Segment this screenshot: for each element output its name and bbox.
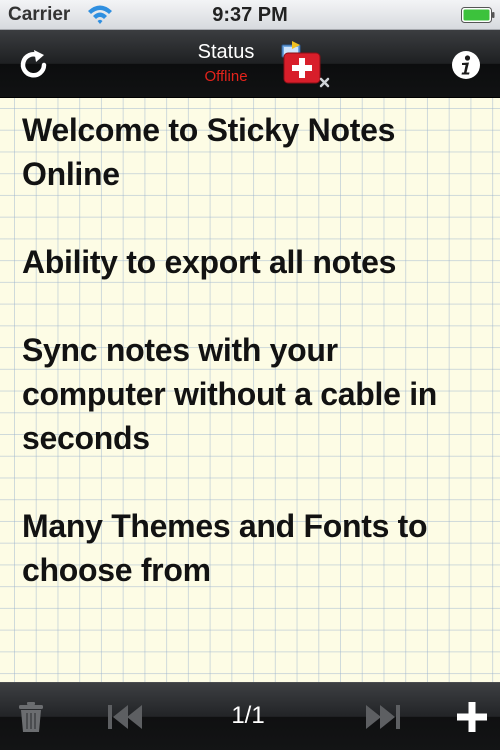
refresh-button[interactable]	[16, 46, 52, 82]
clock: 9:37 PM	[212, 4, 288, 26]
battery-icon	[461, 7, 495, 23]
status-bar: Carrier 9:37 PM	[0, 0, 500, 30]
note-paragraph: Sync notes with your computer without a …	[22, 332, 438, 456]
page-indicator: 1/1	[231, 702, 265, 729]
add-icon[interactable]	[456, 701, 488, 733]
phone-screen: Carrier 9:37 PM Status Offline Welcome t…	[0, 0, 500, 750]
refresh-icon	[20, 50, 47, 78]
note-paragraph: Many Themes and Fonts to choose from	[22, 508, 428, 588]
next-icon[interactable]	[364, 703, 402, 731]
status-title: Status	[197, 41, 255, 63]
offline-status-icon[interactable]	[280, 41, 332, 89]
note-area[interactable]: Welcome to Sticky Notes Online Ability t…	[0, 98, 500, 682]
previous-icon[interactable]	[106, 703, 144, 731]
bottom-toolbar: 1/1	[0, 682, 500, 750]
nav-bar: Status Offline	[0, 30, 500, 98]
note-text[interactable]: Welcome to Sticky Notes Online Ability t…	[22, 108, 482, 636]
info-icon[interactable]	[451, 50, 481, 80]
trash-icon[interactable]	[18, 701, 44, 733]
status-value: Offline	[204, 68, 248, 85]
note-paragraph: Welcome to Sticky Notes Online	[22, 112, 396, 192]
note-paragraph: Ability to export all notes	[22, 244, 397, 280]
